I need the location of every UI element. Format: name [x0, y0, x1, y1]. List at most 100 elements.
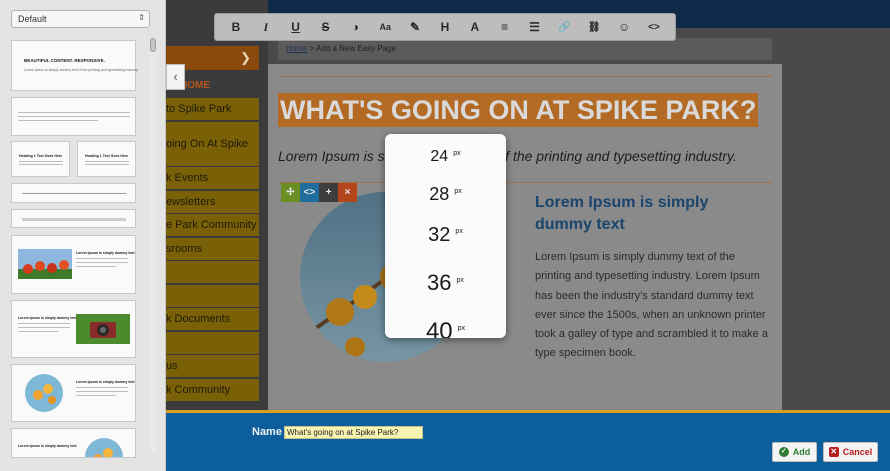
size-unit: px — [453, 149, 461, 157]
add-button-label: Add — [792, 447, 811, 457]
thumb-title: BEAUTIFUL CONTENT. RESPONSIVE. — [24, 58, 105, 63]
nav-item[interactable] — [166, 261, 259, 283]
breadcrumb-separator: > — [307, 44, 317, 53]
unlink-icon[interactable]: ⛓ — [583, 22, 605, 33]
thumb-line — [18, 331, 58, 332]
size-option-36[interactable]: 36 px — [385, 270, 506, 296]
eraser-icon[interactable]: ✎ — [404, 20, 426, 34]
template-thumb-circle-left[interactable]: Lorem Ipsum is simply dummy text — [11, 364, 136, 422]
delete-icon[interactable]: × — [338, 183, 357, 202]
font-size-popup: 24 px 28 px 32 px 36 px 40 px — [385, 134, 506, 338]
thumb-line — [18, 327, 70, 328]
name-input[interactable] — [284, 426, 423, 439]
size-value: 32 — [428, 224, 451, 246]
strikethrough-button[interactable]: S — [315, 20, 337, 34]
bottom-action-bar: Name ✓ Add ✕ Cancel — [166, 410, 890, 471]
size-option-40[interactable]: 40 px — [385, 318, 506, 338]
template-thumb-image-left[interactable]: Lorem Ipsum is simply dummy text — [11, 235, 136, 294]
block-toolbar: ✢ <> + × — [281, 183, 357, 202]
template-thumb-spacer[interactable] — [11, 209, 136, 228]
cancel-button[interactable]: ✕ Cancel — [823, 442, 878, 462]
link-icon[interactable]: 🔗 — [553, 22, 575, 33]
code-view-icon[interactable]: <> — [643, 22, 665, 33]
template-thumb-circle-right[interactable]: Lorem Ipsum is simply dummy text — [11, 428, 136, 458]
scrollbar-thumb[interactable] — [150, 38, 156, 52]
thumb-title: Lorem Ipsum is simply dummy text — [18, 316, 77, 320]
move-icon[interactable]: ✢ — [281, 183, 300, 202]
flower-circle-thumbnail-icon — [25, 374, 63, 412]
nav-item[interactable]: k Events — [166, 167, 259, 189]
size-value: 28 — [429, 184, 450, 204]
side-heading[interactable]: Lorem Ipsum is simply dummy text — [535, 192, 767, 236]
collapse-panel-button[interactable]: ‹ — [166, 64, 185, 90]
size-option-32[interactable]: 32 px — [385, 224, 506, 247]
chevron-right-icon: ❯ — [240, 50, 251, 65]
underline-button[interactable]: U — [285, 20, 307, 34]
list-icon[interactable]: ☰ — [524, 20, 546, 34]
template-thumb-text[interactable] — [11, 97, 136, 136]
size-unit: px — [454, 188, 462, 195]
thumb-title: Lorem Ipsum is simply dummy text — [76, 380, 135, 384]
nav-item[interactable]: oing On At Spike — [166, 121, 259, 166]
page-canvas: WHAT'S GOING ON AT SPIKE PARK? Lorem Ips… — [268, 64, 782, 412]
page-headline[interactable]: WHAT'S GOING ON AT SPIKE PARK? — [278, 93, 759, 127]
site-nav-list: to Spike Park oing On At Spike k Events … — [166, 98, 259, 402]
thumb-line — [76, 262, 128, 263]
thumb-line — [18, 323, 70, 324]
thumb-title: Lorem Ipsum is simply dummy text — [76, 251, 135, 255]
template-select[interactable]: Default ⇕ — [11, 10, 150, 28]
size-unit: px — [457, 325, 466, 332]
size-option-24[interactable]: 24 px — [385, 148, 506, 166]
template-thumb-hero[interactable]: BEAUTIFUL CONTENT. RESPONSIVE. Lorem ips… — [11, 40, 139, 91]
scrollbar-track[interactable] — [150, 38, 156, 452]
align-icon[interactable]: ≡ — [494, 20, 516, 34]
thumb-subtitle: Lorem ipsum is simply dummy text of the … — [24, 68, 139, 72]
nav-item[interactable]: us — [166, 355, 259, 377]
nav-item[interactable]: ewsletters — [166, 190, 259, 213]
editor-toolbar: B I U S ◑ Aa ✎ H A ≡ ☰ 🔗 ⛓ ☺ <> — [214, 13, 676, 41]
divider — [278, 76, 772, 77]
breadcrumb: Home > Add a New Easy Page — [286, 44, 396, 53]
thumb-line — [76, 266, 116, 267]
side-body-text[interactable]: Lorem Ipsum is simply dummy text of the … — [535, 248, 773, 364]
thumb-line — [22, 193, 126, 194]
template-thumb-image-right[interactable]: Lorem Ipsum is simply dummy text — [11, 300, 136, 358]
emoji-icon[interactable]: ☺ — [613, 20, 635, 34]
bold-button[interactable]: B — [225, 20, 247, 34]
nav-item[interactable] — [166, 331, 259, 354]
add-button[interactable]: ✓ Add — [772, 442, 817, 462]
template-select-value: Default — [18, 14, 47, 24]
breadcrumb-home-link[interactable]: Home — [286, 44, 307, 53]
nav-item[interactable] — [166, 284, 259, 307]
nav-item[interactable]: e Park Community — [166, 214, 259, 236]
nav-item[interactable]: k Community — [166, 378, 259, 401]
thumb-line — [76, 387, 128, 388]
page-tagline[interactable]: Lorem Ipsum is simply dummy text of the … — [278, 148, 737, 164]
contrast-icon[interactable]: ◑ — [344, 20, 366, 34]
camera-thumbnail-icon — [76, 314, 130, 344]
nav-item[interactable]: srooms — [166, 237, 259, 260]
nav-item[interactable]: k Documents — [166, 308, 259, 330]
thumb-line — [18, 120, 98, 121]
thumb-line — [76, 395, 116, 396]
thumb-title: Heading 1 Text Goes Here — [19, 154, 63, 158]
size-unit: px — [455, 228, 463, 236]
tulip-thumbnail-icon — [18, 249, 72, 279]
template-thumb-divider[interactable] — [11, 183, 136, 203]
close-icon: ✕ — [828, 447, 839, 457]
font-button[interactable]: A — [464, 20, 486, 34]
template-thumb-col-right[interactable]: Heading 1 Text Goes Here — [77, 141, 136, 177]
italic-button[interactable]: I — [255, 20, 277, 35]
thumb-line — [18, 116, 130, 117]
thumb-line — [19, 161, 63, 162]
size-unit: px — [456, 276, 464, 284]
nav-item[interactable]: to Spike Park — [166, 98, 259, 120]
add-icon[interactable]: + — [319, 183, 338, 202]
code-icon[interactable]: <> — [300, 183, 319, 202]
heading-button[interactable]: H — [434, 20, 456, 34]
size-option-28[interactable]: 28 px — [385, 184, 506, 205]
thumb-line — [76, 258, 128, 259]
template-thumb-col-left[interactable]: Heading 1 Text Goes Here — [11, 141, 70, 177]
size-value: 36 — [427, 270, 452, 295]
font-size-button[interactable]: Aa — [374, 22, 396, 32]
